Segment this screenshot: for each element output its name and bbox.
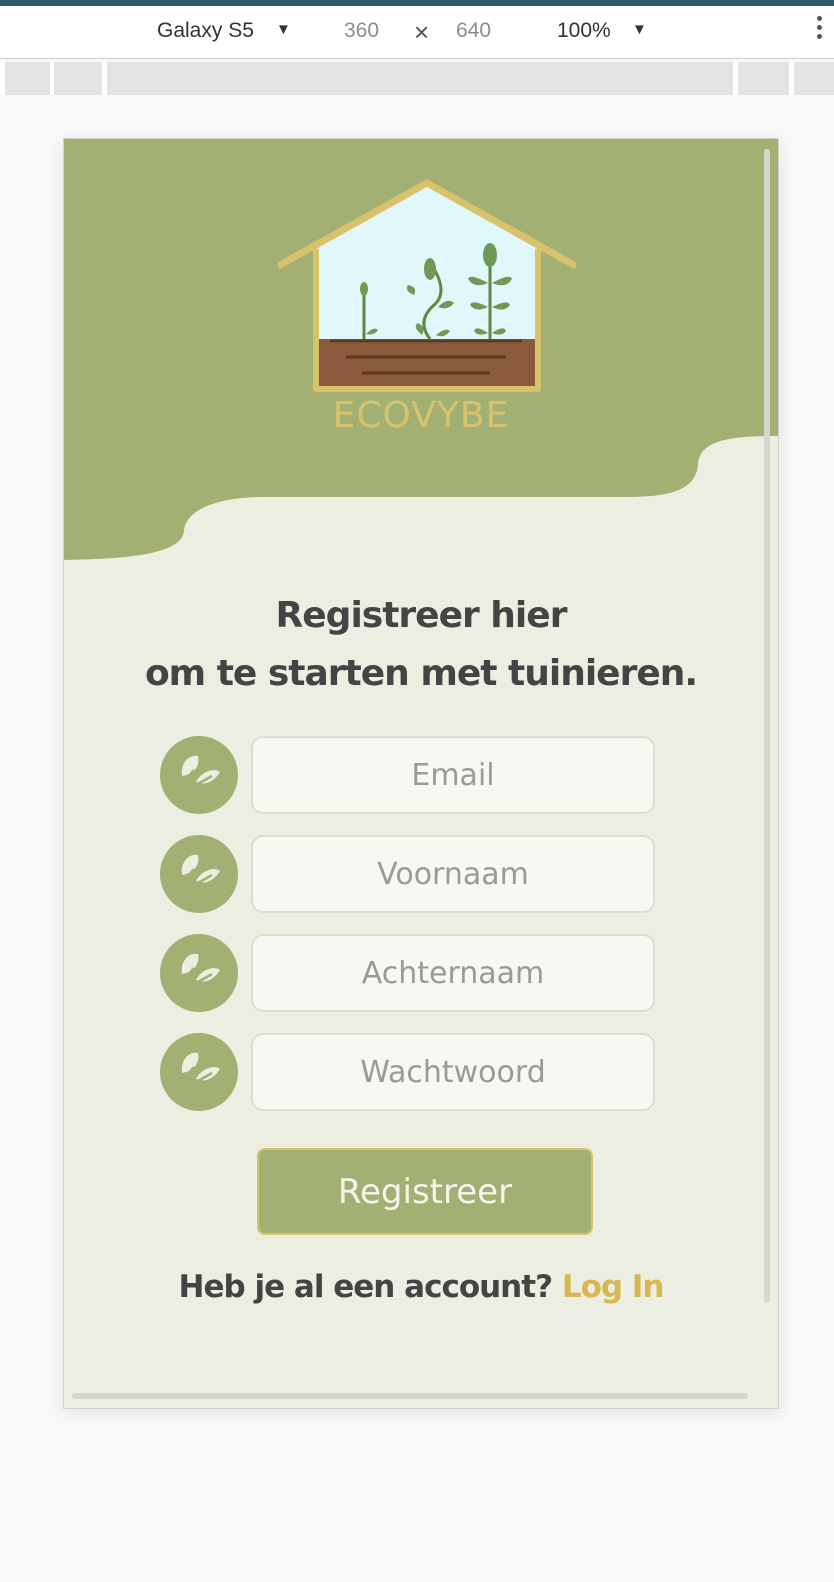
page-heading: Registreer hier om te starten met tuinie… bbox=[64, 587, 778, 703]
email-field[interactable] bbox=[251, 736, 655, 814]
heading-line-1: Registreer hier bbox=[275, 595, 568, 636]
leaf-icon bbox=[160, 736, 238, 814]
login-prompt-text: Heb je al een account? bbox=[178, 1269, 554, 1305]
greenhouse-logo bbox=[278, 179, 576, 392]
ruler-segment[interactable] bbox=[738, 62, 789, 95]
leaf-icon bbox=[160, 1033, 238, 1111]
leaf-icon bbox=[160, 934, 238, 1012]
more-vert-icon[interactable] bbox=[816, 16, 824, 43]
zoom-select[interactable]: 100% bbox=[557, 19, 611, 43]
email-row bbox=[160, 736, 658, 816]
login-prompt: Heb je al een account? Log In bbox=[64, 1269, 778, 1305]
leaf-icon bbox=[160, 835, 238, 913]
login-link[interactable]: Log In bbox=[562, 1269, 665, 1305]
password-row bbox=[160, 1033, 658, 1113]
ruler-segment[interactable] bbox=[794, 62, 834, 95]
caret-down-icon[interactable]: ▼ bbox=[632, 21, 647, 38]
viewport-height-input[interactable]: 640 bbox=[456, 19, 491, 43]
vertical-scrollbar[interactable] bbox=[764, 149, 770, 1303]
viewport-width-input[interactable]: 360 bbox=[344, 19, 379, 43]
ruler-segment[interactable] bbox=[107, 62, 733, 95]
firstname-field[interactable] bbox=[251, 835, 655, 913]
device-select[interactable]: Galaxy S5 bbox=[157, 19, 254, 43]
heading-line-2: om te starten met tuinieren. bbox=[144, 653, 698, 694]
lastname-field[interactable] bbox=[251, 934, 655, 1012]
brand-name: ECOVYBE bbox=[332, 395, 510, 436]
lastname-row bbox=[160, 934, 658, 1014]
password-field[interactable] bbox=[251, 1033, 655, 1111]
device-toolbar: Galaxy S5 ▼ 360 × 640 100% ▼ bbox=[0, 6, 834, 59]
dimension-separator: × bbox=[414, 17, 430, 47]
ruler-segment[interactable] bbox=[54, 62, 102, 95]
caret-down-icon[interactable]: ▼ bbox=[276, 21, 291, 38]
register-button[interactable]: Registreer bbox=[257, 1148, 593, 1235]
firstname-row bbox=[160, 835, 658, 915]
media-query-ruler bbox=[0, 62, 834, 95]
horizontal-scrollbar[interactable] bbox=[72, 1393, 748, 1399]
ruler-segment[interactable] bbox=[5, 62, 50, 95]
phone-viewport: ECOVYBE Registreer hier om te starten me… bbox=[63, 138, 779, 1409]
